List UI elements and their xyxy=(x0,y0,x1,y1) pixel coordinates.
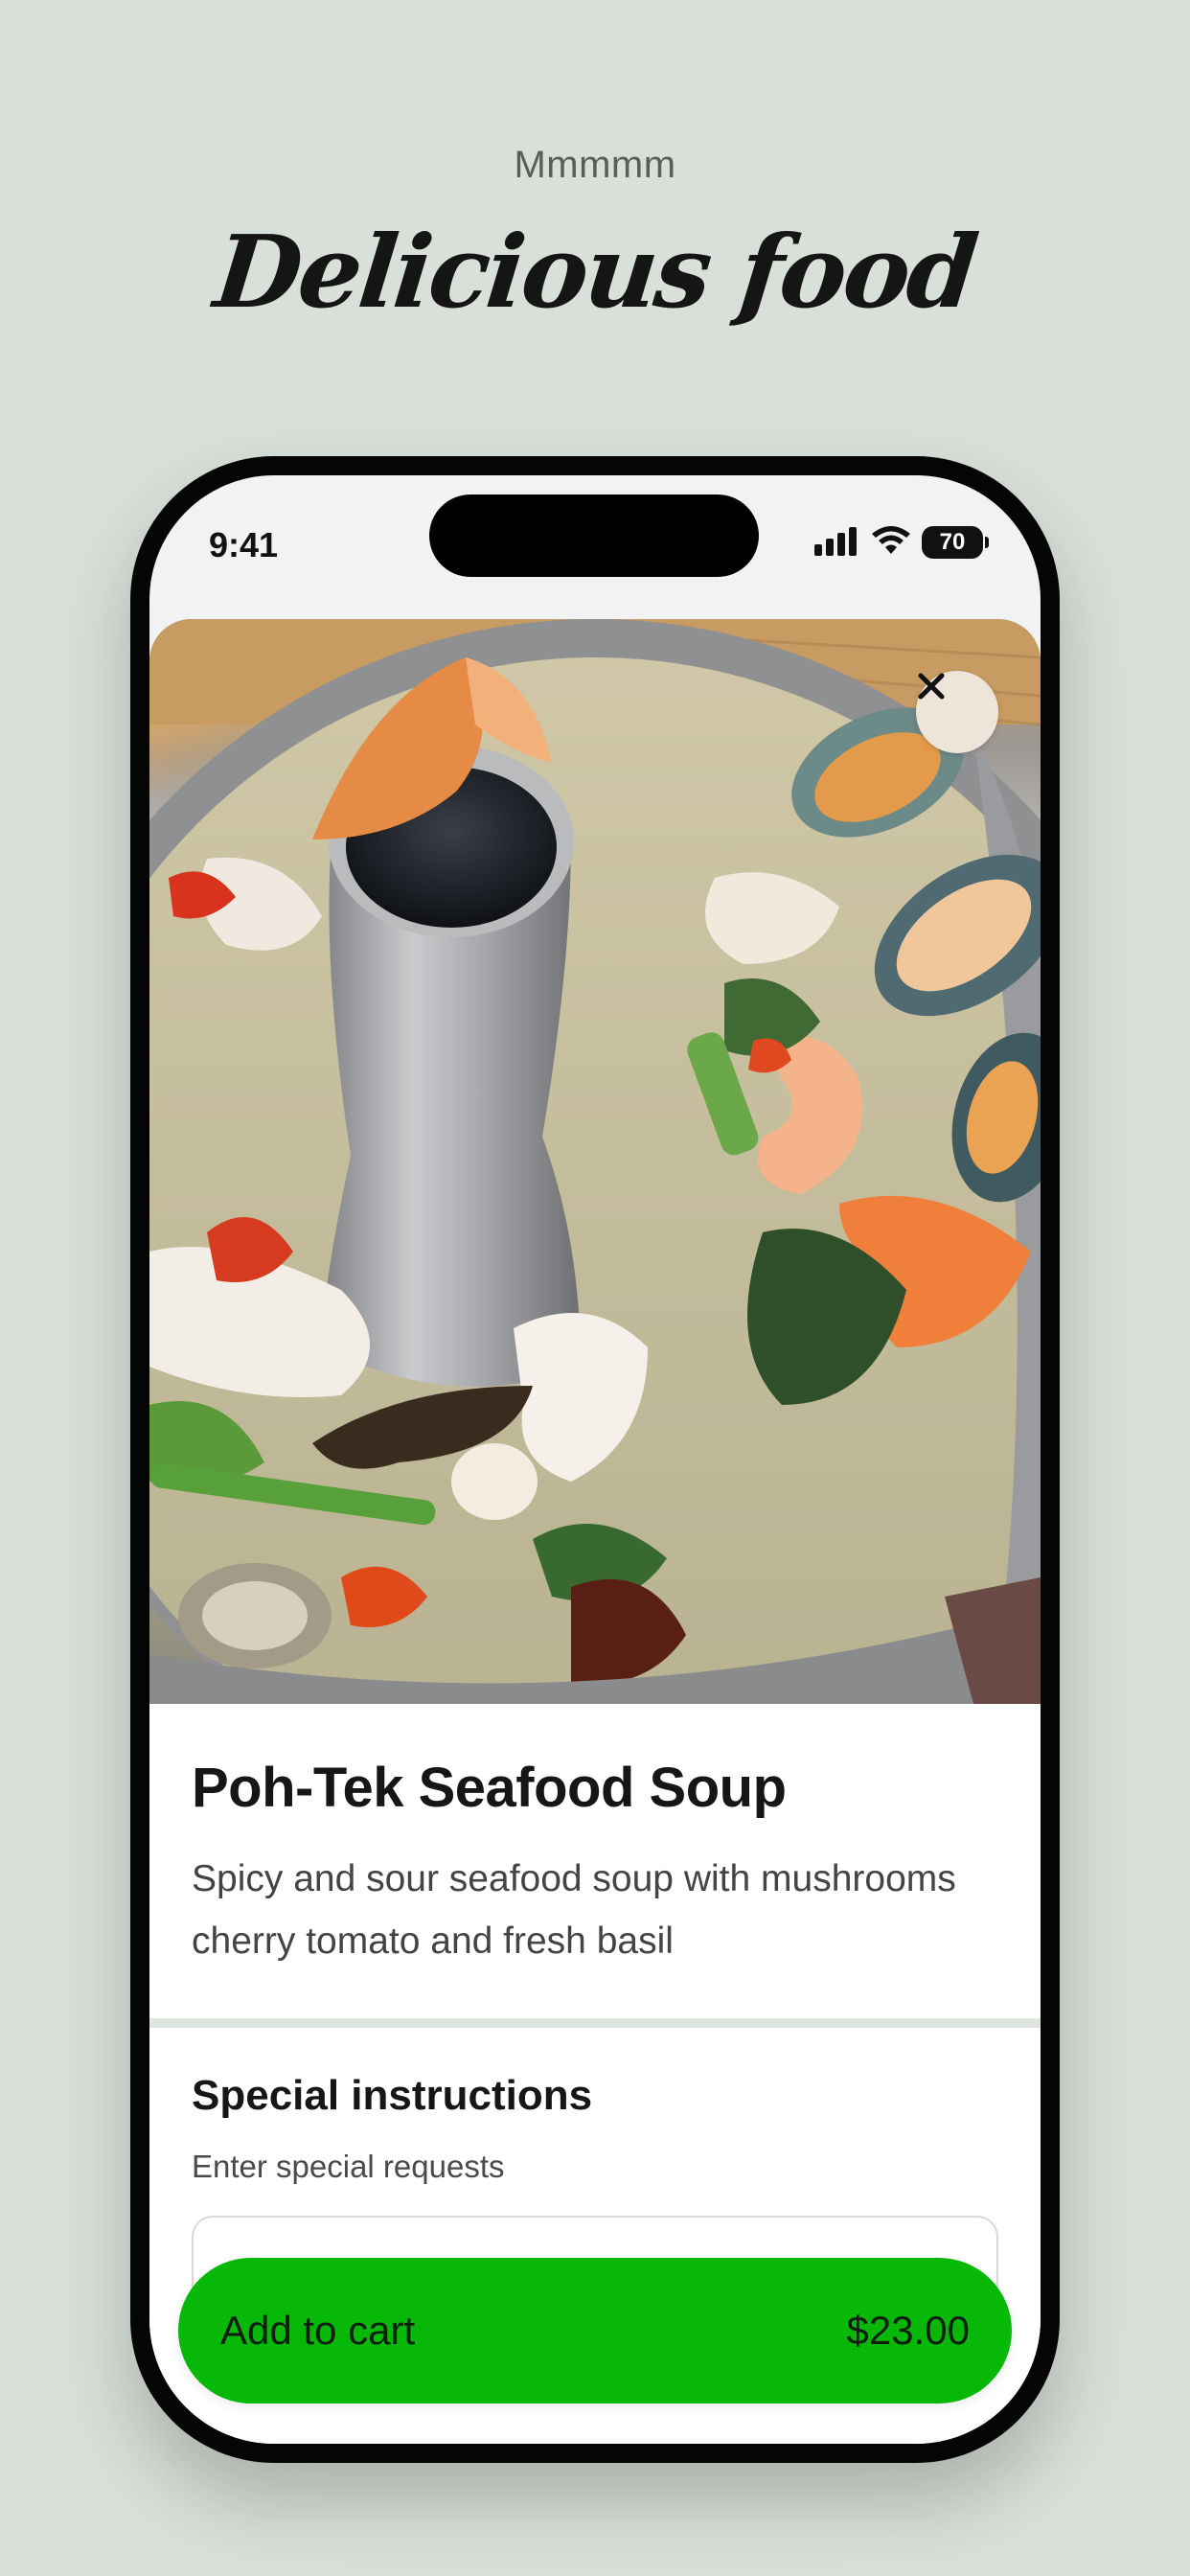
dish-sheet: Poh-Tek Seafood Soup Spicy and sour seaf… xyxy=(149,619,1041,2444)
special-instructions-subtitle: Enter special requests xyxy=(192,2149,505,2184)
phone-screen: 9:41 70 Poh-Tek Seafood Soup Spicy and s… xyxy=(149,475,1041,2444)
status-bar: 9:41 70 xyxy=(149,475,1041,600)
add-to-cart-label: Add to cart xyxy=(220,2308,416,2353)
close-button[interactable] xyxy=(916,671,998,753)
status-time: 9:41 xyxy=(209,525,279,564)
dynamic-island xyxy=(429,494,759,577)
seafood-soup-photo xyxy=(149,619,1041,1704)
battery-icon: 70 xyxy=(922,526,989,559)
cart-price: $23.00 xyxy=(846,2308,970,2353)
signal-bars-icon xyxy=(812,525,860,560)
header-title: Delicious food xyxy=(209,213,981,331)
header-eyebrow: Mmmmm xyxy=(514,144,676,186)
section-divider xyxy=(149,2018,1041,2028)
phone-frame: 9:41 70 Poh-Tek Seafood Soup Spicy and s… xyxy=(130,456,1060,2463)
dish-description: Spicy and sour seafood soup with mushroo… xyxy=(192,1858,956,1962)
special-instructions-title: Special instructions xyxy=(192,2072,593,2119)
dish-info: Poh-Tek Seafood Soup Spicy and sour seaf… xyxy=(149,1704,1041,2020)
wifi-icon xyxy=(870,525,912,560)
dish-title: Poh-Tek Seafood Soup xyxy=(192,1757,787,1819)
status-icons: 70 xyxy=(812,525,989,560)
add-to-cart-button[interactable]: Add to cart $23.00 xyxy=(178,2258,1012,2404)
